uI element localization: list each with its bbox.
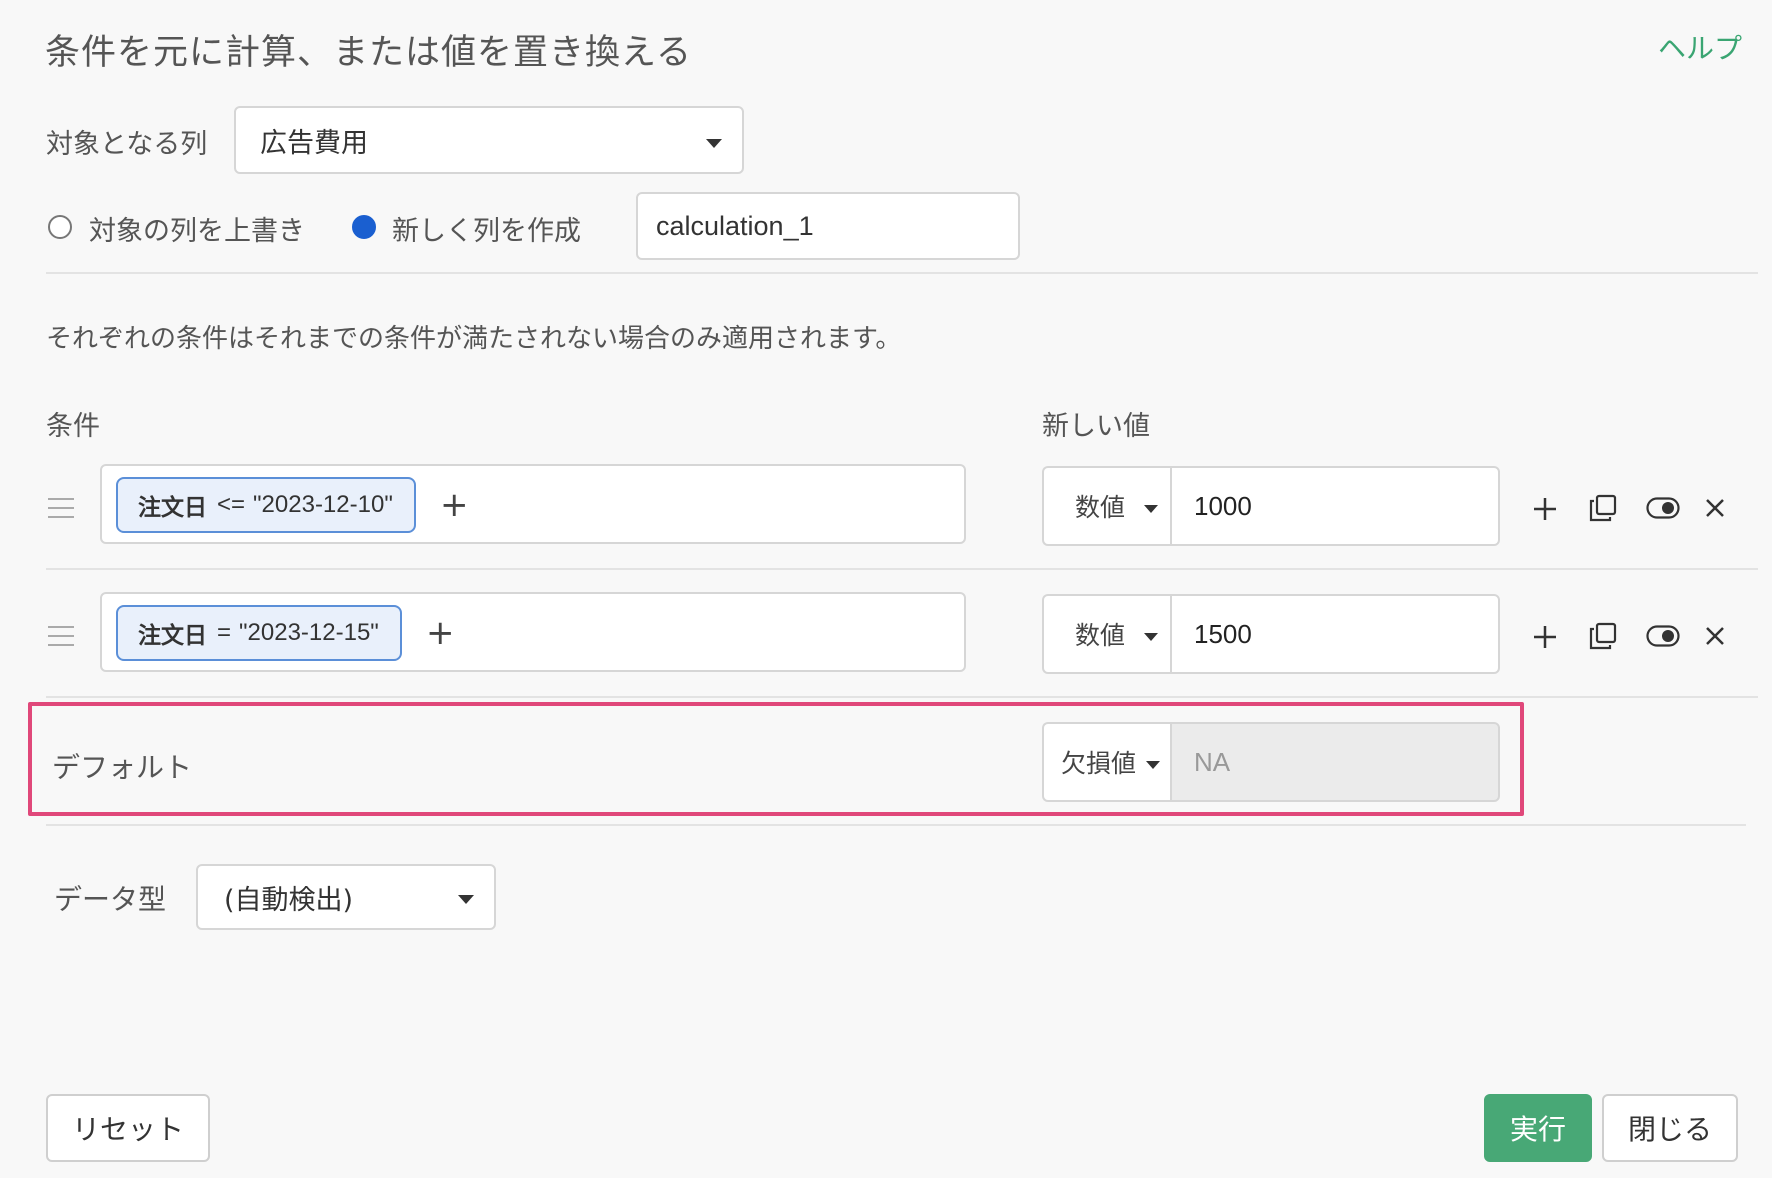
run-button[interactable]: 実行: [1484, 1094, 1592, 1162]
default-value-input: NA: [1170, 722, 1500, 802]
value-type-select-1[interactable]: 数値: [1042, 466, 1170, 546]
default-type-select[interactable]: 欠損値: [1042, 722, 1170, 802]
create-new-label[interactable]: 新しく列を作成: [392, 209, 581, 248]
new-column-name-input[interactable]: calculation_1: [636, 192, 1020, 260]
add-condition-icon[interactable]: +: [440, 488, 469, 522]
target-column-label: 対象となる列: [46, 129, 208, 160]
toggle-icon[interactable]: [1646, 497, 1680, 519]
add-icon[interactable]: [1532, 496, 1558, 522]
overwrite-radio[interactable]: [48, 215, 72, 239]
new-value-input-1[interactable]: 1000: [1170, 466, 1500, 546]
value-type-select-2[interactable]: 数値: [1042, 594, 1170, 674]
value-type: 数値: [1075, 493, 1126, 522]
dialog-title: 条件を元に計算、または値を置き換える: [45, 33, 692, 73]
condition-chip-2[interactable]: 注文日 = "2023-12-15": [116, 605, 402, 661]
copy-icon[interactable]: [1588, 493, 1618, 523]
caret-down-icon: [706, 139, 722, 148]
caret-down-icon: [1144, 633, 1158, 641]
condition-value: "2023-12-15": [239, 619, 379, 646]
default-label: デフォルト: [52, 751, 193, 784]
copy-icon[interactable]: [1588, 621, 1618, 651]
caret-down-icon: [458, 895, 474, 904]
value-type: 数値: [1075, 621, 1126, 650]
new-value-input-2[interactable]: 1500: [1170, 594, 1500, 674]
add-condition-icon[interactable]: +: [426, 616, 455, 650]
overwrite-label[interactable]: 対象の列を上書き: [89, 209, 305, 248]
target-column-value: 広告費用: [260, 127, 368, 159]
data-type-select[interactable]: (自動検出): [196, 864, 496, 930]
toggle-icon[interactable]: [1646, 625, 1680, 647]
target-column-select[interactable]: 広告費用: [234, 106, 744, 174]
close-icon[interactable]: [1704, 625, 1726, 647]
data-type-value: (自動検出): [224, 884, 354, 916]
caret-down-icon: [1144, 505, 1158, 513]
data-type-label: データ型: [54, 883, 167, 916]
create-new-radio[interactable]: [352, 215, 376, 239]
divider: [46, 824, 1746, 826]
close-button[interactable]: 閉じる: [1602, 1094, 1738, 1162]
caret-down-icon: [1146, 761, 1160, 769]
condition-column: 注文日: [138, 495, 207, 521]
drag-handle-icon[interactable]: [48, 498, 74, 525]
add-icon[interactable]: [1532, 624, 1558, 650]
divider: [46, 272, 1758, 274]
conditions-note: それぞれの条件はそれまでの条件が満たされない場合のみ適用されます。: [46, 324, 902, 354]
close-icon[interactable]: [1704, 497, 1726, 519]
condition-chip-1[interactable]: 注文日 <= "2023-12-10": [116, 477, 416, 533]
condition-column: 注文日: [138, 623, 207, 649]
condition-operator: <=: [217, 491, 246, 518]
condition-value: "2023-12-10": [253, 491, 393, 518]
drag-handle-icon[interactable]: [48, 626, 74, 653]
divider: [46, 696, 1758, 698]
reset-button[interactable]: リセット: [46, 1094, 210, 1162]
value-type: 欠損値: [1061, 749, 1137, 778]
condition-header: 条件: [46, 411, 100, 442]
new-value-header: 新しい値: [1042, 411, 1150, 442]
help-link[interactable]: ヘルプ: [1658, 27, 1742, 67]
condition-operator: =: [217, 619, 232, 646]
divider: [46, 568, 1758, 570]
